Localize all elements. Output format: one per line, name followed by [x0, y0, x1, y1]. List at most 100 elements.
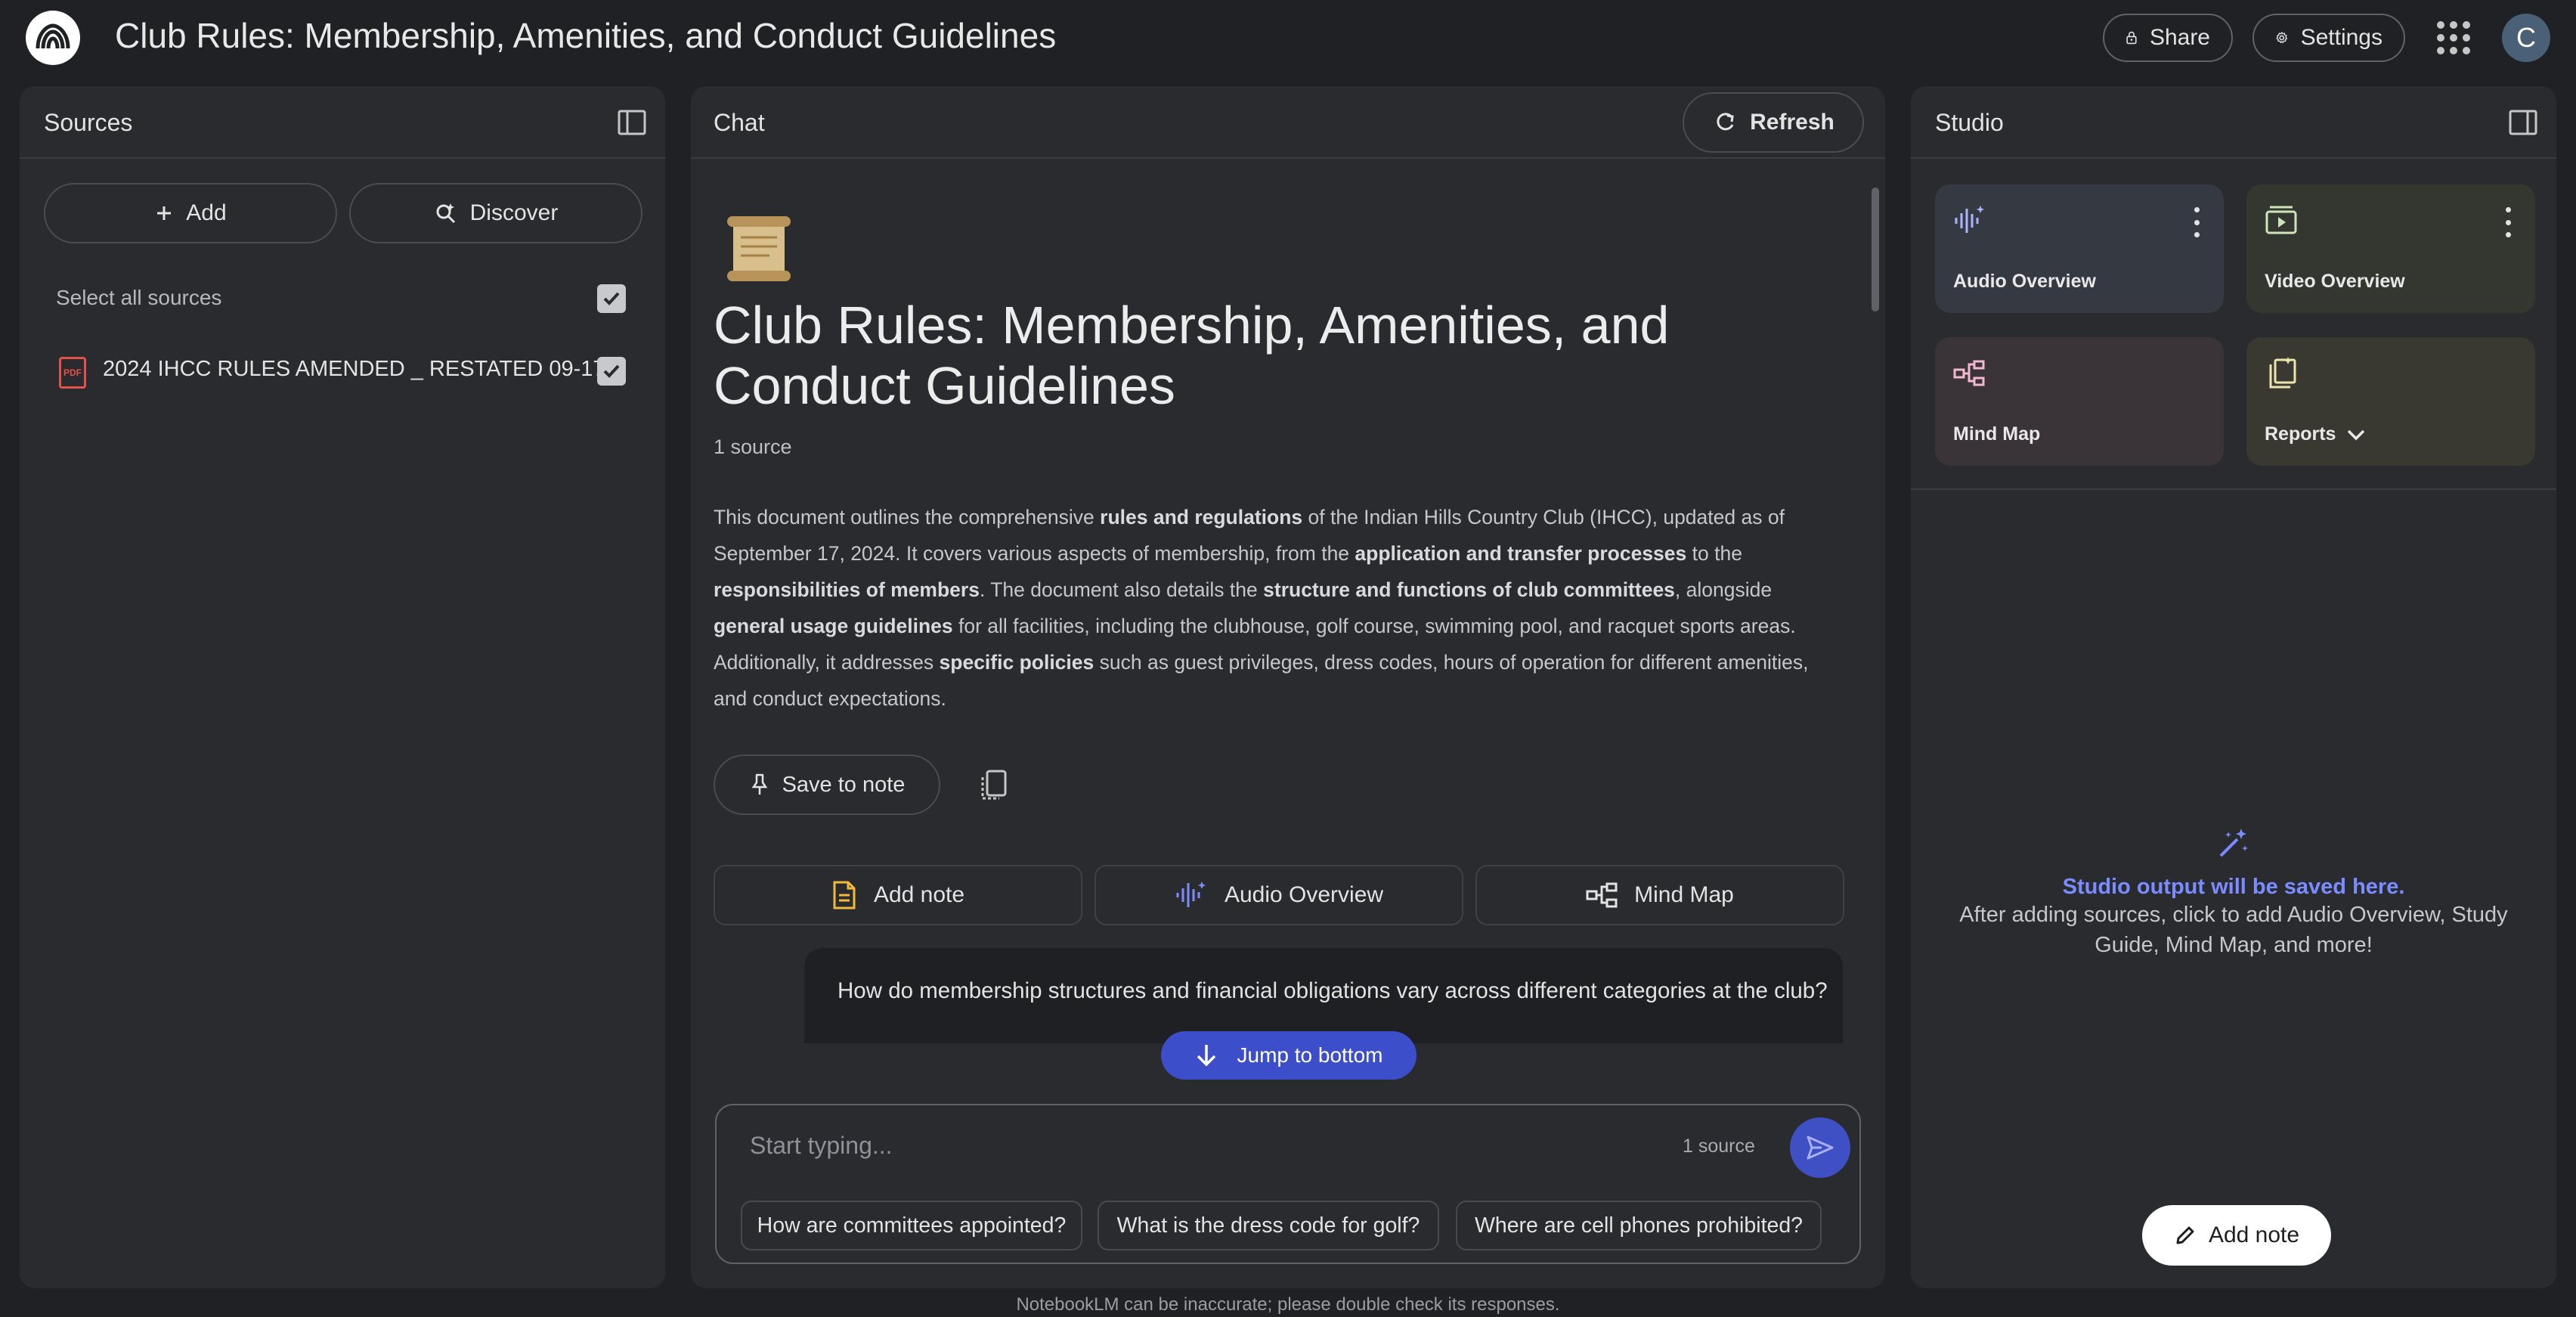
notebook-heading: Club Rules: Membership, Amenities, and C… — [714, 296, 1670, 415]
chat-composer: 1 source How are committees appointed? W… — [715, 1104, 1861, 1264]
video-overview-tile[interactable]: Video Overview — [2246, 184, 2535, 313]
studio-add-note-button[interactable]: Add note — [2142, 1205, 2331, 1266]
save-to-note-label: Save to note — [782, 772, 906, 797]
audio-wave-icon — [1955, 206, 1984, 233]
add-note-button[interactable]: Add note — [714, 865, 1082, 925]
studio-title: Studio — [1935, 109, 2004, 136]
select-all-checkbox[interactable] — [597, 284, 626, 313]
arrow-down-icon — [1197, 1045, 1215, 1067]
video-overview-tile-label: Video Overview — [2265, 271, 2405, 292]
copy-icon[interactable] — [977, 767, 1013, 803]
select-all-label: Select all sources — [56, 286, 222, 309]
note-icon — [833, 881, 856, 910]
save-to-note-button[interactable]: Save to note — [714, 755, 940, 815]
studio-empty-title: Studio output will be saved here. — [2062, 875, 2405, 899]
discover-label: Discover — [469, 200, 559, 225]
chat-panel: Chat Refresh Club Rules: Membership, Ame… — [691, 86, 1885, 1288]
source-count: 1 source — [714, 435, 792, 458]
pdf-icon: PDF — [59, 357, 86, 389]
pin-icon — [751, 773, 767, 795]
refresh-label: Refresh — [1750, 110, 1834, 135]
suggestion-chip[interactable]: Where are cell phones prohibited? — [1456, 1201, 1822, 1250]
reports-icon — [2269, 357, 2296, 389]
studio-divider — [1911, 488, 2556, 490]
mind-map-tile-label: Mind Map — [1953, 423, 2041, 445]
suggestion-chip[interactable]: What is the dress code for golf? — [1098, 1201, 1439, 1250]
discover-button[interactable]: Discover — [349, 183, 642, 243]
summary-text: . The document also details the — [979, 578, 1264, 601]
studio-header: Studio — [1911, 86, 2556, 159]
add-note-label: Add note — [873, 882, 965, 907]
magic-wand-icon — [2219, 829, 2248, 857]
summary-highlight: general usage guidelines — [714, 615, 953, 637]
audio-overview-button[interactable]: Audio Overview — [1094, 865, 1463, 925]
discover-search-icon — [436, 203, 455, 224]
refresh-button[interactable]: Refresh — [1683, 92, 1864, 153]
collapse-panel-icon[interactable] — [2506, 106, 2540, 139]
notebooklm-logo-icon[interactable] — [26, 11, 80, 65]
summary-text: This document outlines the comprehensive — [714, 506, 1101, 528]
mind-map-button[interactable]: Mind Map — [1475, 865, 1844, 925]
mind-map-tile[interactable]: Mind Map — [1935, 337, 2224, 466]
suggestion-chip[interactable]: How are committees appointed? — [741, 1201, 1082, 1250]
notebook-summary: This document outlines the comprehensive… — [714, 499, 1847, 717]
summary-highlight: structure and functions of club committe… — [1263, 578, 1675, 601]
composer-source-count: 1 source — [1683, 1136, 1755, 1157]
collapse-panel-icon[interactable] — [615, 106, 649, 139]
audio-overview-tile[interactable]: Audio Overview — [1935, 184, 2224, 313]
chat-header: Chat Refresh — [691, 86, 1885, 159]
scroll-emoji-icon — [727, 216, 791, 281]
send-button[interactable] — [1790, 1117, 1850, 1178]
summary-highlight: responsibilities of members — [714, 578, 980, 601]
source-item-checkbox[interactable] — [597, 357, 626, 386]
summary-text: to the — [1686, 542, 1742, 565]
audio-wave-icon — [1176, 882, 1206, 907]
jump-to-bottom-button[interactable]: Jump to bottom — [1161, 1031, 1416, 1080]
summary-text: , alongside — [1674, 578, 1773, 601]
share-button[interactable]: Share — [2103, 14, 2233, 62]
suggested-question[interactable]: How do membership structures and financi… — [804, 948, 1843, 1043]
mind-map-icon — [1586, 882, 1618, 908]
settings-button[interactable]: Settings — [2252, 14, 2405, 62]
chat-scrollbar[interactable] — [1872, 187, 1879, 311]
studio-panel: Studio Audio Overview Video Overview Min… — [1911, 86, 2556, 1288]
chat-input[interactable] — [750, 1126, 1642, 1164]
audio-overview-label: Audio Overview — [1224, 882, 1384, 907]
plus-icon — [157, 206, 172, 220]
mind-map-label: Mind Map — [1634, 882, 1734, 907]
settings-label: Settings — [2300, 25, 2382, 50]
studio-add-note-label: Add note — [2208, 1222, 2300, 1247]
sources-header: Sources — [20, 86, 665, 159]
apps-grid-icon[interactable] — [2432, 17, 2475, 59]
avatar[interactable]: C — [2502, 14, 2550, 62]
more-options-icon[interactable] — [2187, 207, 2206, 237]
summary-highlight: application and transfer processes — [1355, 542, 1687, 565]
add-source-button[interactable]: Add — [44, 183, 337, 243]
reports-tile-label: Reports — [2265, 423, 2366, 445]
more-options-icon[interactable] — [2499, 207, 2517, 237]
check-icon — [603, 364, 620, 378]
video-icon — [2265, 206, 2297, 234]
reports-label: Reports — [2265, 423, 2336, 445]
sources-title: Sources — [44, 109, 133, 136]
summary-highlight: specific policies — [939, 651, 1094, 674]
add-source-label: Add — [186, 200, 227, 225]
jump-to-bottom-label: Jump to bottom — [1237, 1043, 1383, 1067]
disclaimer: NotebookLM can be inaccurate; please dou… — [1016, 1294, 1560, 1315]
source-item-name[interactable]: 2024 IHCC RULES AMENDED _ RESTATED 09-17… — [103, 357, 624, 382]
pencil-icon — [2176, 1226, 2194, 1244]
summary-highlight: rules and regulations — [1100, 506, 1303, 528]
reports-tile[interactable]: Reports — [2246, 337, 2535, 466]
top-bar: Club Rules: Membership, Amenities, and C… — [0, 0, 2576, 76]
chevron-down-icon[interactable] — [2346, 428, 2366, 442]
send-icon — [1807, 1136, 1834, 1160]
lock-icon — [2126, 31, 2137, 45]
chat-title: Chat — [714, 109, 765, 136]
sources-panel: Sources Add Discover Select all sources … — [20, 86, 665, 1288]
notebook-title[interactable]: Club Rules: Membership, Amenities, and C… — [115, 15, 1056, 56]
refresh-icon — [1717, 113, 1734, 131]
check-icon — [603, 292, 620, 305]
mind-map-icon — [1953, 360, 1985, 386]
studio-empty-description: After adding sources, click to add Audio… — [1959, 903, 2508, 957]
audio-overview-tile-label: Audio Overview — [1953, 271, 2096, 292]
